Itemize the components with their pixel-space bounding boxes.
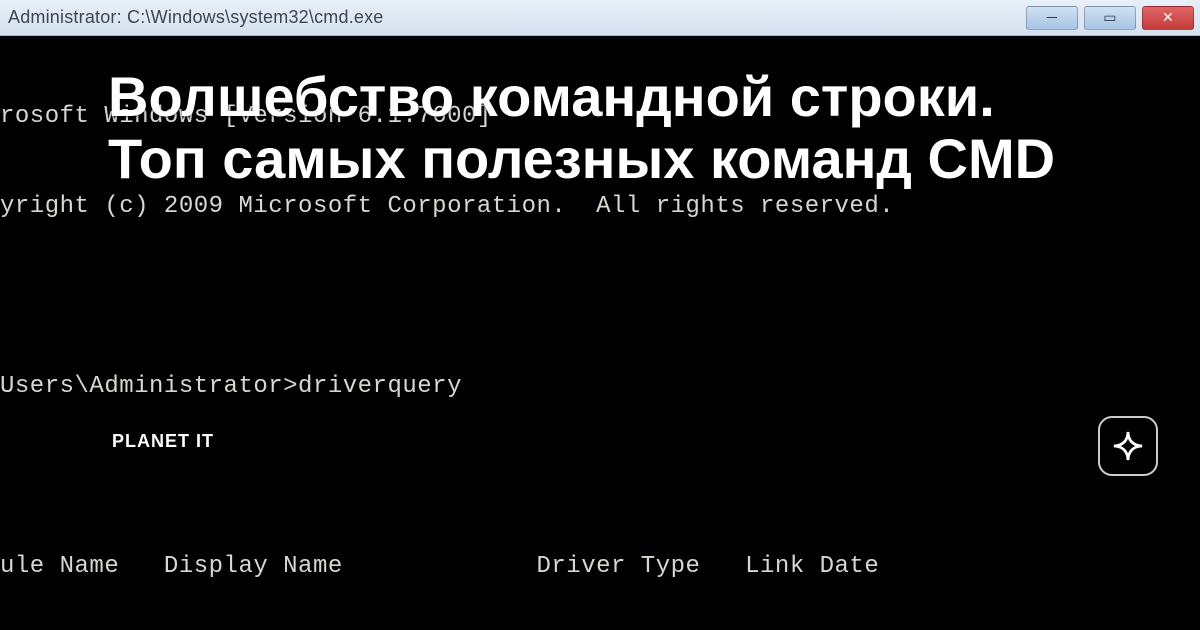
zen-badge-icon (1098, 416, 1158, 476)
maximize-button[interactable]: ▭ (1084, 6, 1136, 30)
console-blank (0, 282, 1200, 312)
close-button[interactable]: ✕ (1142, 6, 1194, 30)
console-table-header: ule Name Display Name Driver Type Link D… (0, 552, 1200, 582)
console-blank (0, 462, 1200, 492)
brand-label: PLANET IT (112, 431, 214, 452)
console-prompt: Users\Administrator>driverquery (0, 372, 1200, 402)
minimize-button[interactable]: － (1026, 6, 1078, 30)
console-banner-line: yright (c) 2009 Microsoft Corporation. A… (0, 192, 1200, 222)
window-title: Administrator: C:\Windows\system32\cmd.e… (8, 7, 384, 28)
window-buttons: － ▭ ✕ (1026, 6, 1200, 30)
window-titlebar: Administrator: C:\Windows\system32\cmd.e… (0, 0, 1200, 36)
article-headline: Волшебство командной строки. Топ самых п… (108, 66, 1100, 189)
stage: Administrator: C:\Windows\system32\cmd.e… (0, 0, 1200, 630)
